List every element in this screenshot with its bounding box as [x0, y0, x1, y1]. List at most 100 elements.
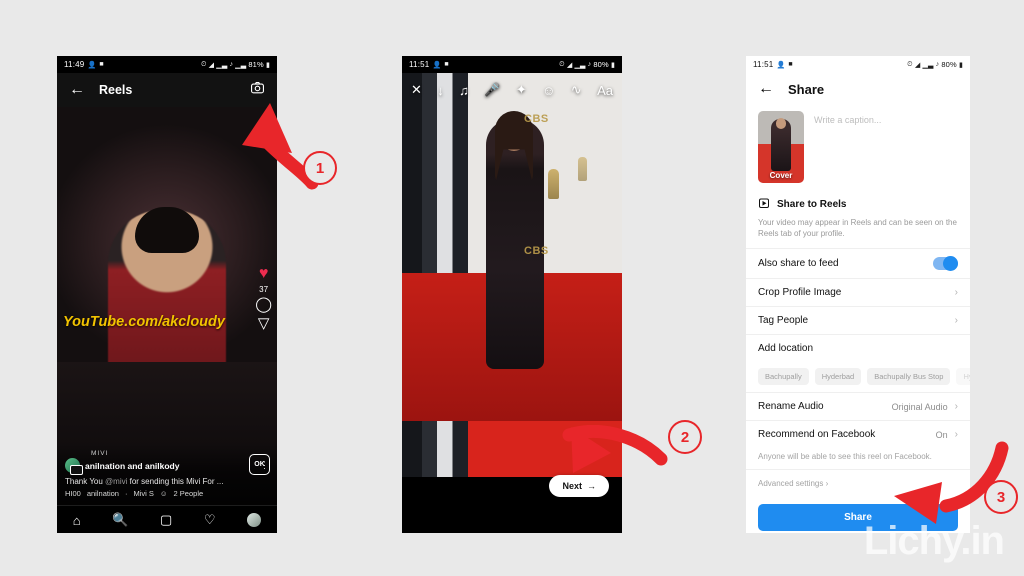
battery-icon: ▮	[265, 61, 270, 69]
cover-label: Cover	[769, 171, 793, 180]
advanced-settings-link[interactable]: Advanced settings ›	[746, 469, 970, 497]
signal2-icon: ▁▃	[235, 61, 247, 69]
share-to-reels-title: Share to Reels	[746, 193, 970, 214]
location-chip[interactable]: Hyderbad	[814, 368, 862, 386]
home-icon[interactable]: ⌂	[73, 513, 81, 528]
row-value: On	[935, 429, 948, 440]
bottom-tab-bar: ⌂ 🔍 ▢ ♡	[57, 505, 277, 533]
location-chip[interactable]: Bachupally	[758, 368, 809, 386]
image-icon: ■	[99, 61, 104, 68]
row-label: Add location	[758, 343, 814, 355]
location-chip[interactable]: Hyd	[956, 368, 970, 386]
row-add-location[interactable]: Add location	[746, 334, 970, 362]
row-rename-audio[interactable]: Rename Audio Original Audio ›	[746, 392, 970, 420]
reel-video[interactable]: YouTube.com/akcloudy ♥ 37 ◯ ▽ MIVI aniln…	[57, 107, 277, 505]
page-title: Share	[788, 81, 825, 97]
chevron-right-icon: ›	[954, 287, 958, 299]
page-title: Reels	[99, 83, 133, 97]
caption-mention[interactable]: @mivi	[105, 477, 127, 486]
person-icon: 👤	[432, 61, 442, 69]
also-share-toggle[interactable]	[933, 256, 958, 272]
row-label: Crop Profile Image	[758, 287, 842, 299]
search-icon[interactable]: 🔍	[112, 512, 128, 528]
sparkle-icon[interactable]: ✦	[516, 82, 527, 98]
reels-header: ← Reels	[57, 73, 277, 107]
alarm-icon: ⏲	[907, 60, 913, 68]
row-label: Rename Audio	[758, 401, 824, 413]
heart-icon[interactable]: ♡	[204, 512, 216, 528]
music-icon[interactable]: ♫	[459, 83, 469, 98]
sticker-icon[interactable]: ☺	[542, 83, 555, 98]
status-right: ⏲ ◢ ▁▃ ♪ 80% ▮	[559, 60, 615, 69]
microphone-icon[interactable]: 🎤	[484, 82, 500, 98]
reel-action-rail: ♥ 37 ◯ ▽	[255, 266, 272, 332]
close-icon[interactable]: ✕	[411, 82, 422, 98]
status-time: 11:51	[753, 60, 774, 69]
share-to-reels-label: Share to Reels	[777, 199, 847, 210]
status-right: ⏲ ◢ ▁▃ ♪ 80% ▮	[907, 60, 963, 69]
audio-separator: ·	[124, 489, 128, 498]
row-crop-profile-image[interactable]: Crop Profile Image ›	[746, 278, 970, 306]
battery-level: 81%	[248, 60, 264, 69]
caption-row: Cover Write a caption...	[746, 105, 970, 193]
share-icon[interactable]: ▽	[258, 316, 270, 332]
camera-icon[interactable]	[250, 80, 265, 100]
phone-screen-editor: 11:51 👤 ■ ⏲ ◢ ▁▃ ♪ 80% ▮ CBS CBS ✕ ↓ ♫ 🎤…	[402, 56, 622, 533]
site-watermark: Lichy.in	[863, 519, 1005, 563]
profile-avatar[interactable]	[247, 513, 262, 527]
next-button-label: Next	[562, 481, 582, 491]
reel-audio-row[interactable]: HI00 anilnation · Mivi S ☺ 2 People	[65, 489, 269, 498]
status-bar: 11:51 👤 ■ ⏲ ◢ ▁▃ ♪ 80% ▮	[746, 56, 970, 73]
row-value-group: Original Audio ›	[892, 401, 958, 412]
back-button[interactable]: ←	[69, 81, 85, 99]
cover-thumbnail[interactable]: Cover	[758, 111, 804, 183]
phone-screen-share: 11:51 👤 ■ ⏲ ◢ ▁▃ ♪ 80% ▮ ← Share Cover W…	[746, 56, 970, 533]
editor-canvas[interactable]: CBS CBS ✕ ↓ ♫ 🎤 ✦ ☺ ∿ Aa Next →	[402, 73, 622, 533]
text-icon[interactable]: Aa	[597, 83, 613, 98]
row-label: Tag People	[758, 315, 809, 327]
editor-toolbar: ✕ ↓ ♫ 🎤 ✦ ☺ ∿ Aa	[402, 73, 622, 107]
reels-icon[interactable]: ▢	[160, 512, 172, 528]
avatar[interactable]	[65, 458, 83, 475]
share-to-reels-description: Your video may appear in Reels and can b…	[758, 218, 957, 239]
photo-subject	[486, 119, 544, 369]
reel-caption: Thank You @mivi for sending this Mivi Fo…	[65, 477, 269, 486]
alarm-icon: ⏲	[559, 60, 565, 68]
mute-icon: ♪	[229, 61, 234, 68]
brand-label: MIVI	[91, 450, 109, 457]
screenshot-canvas: 11:49 👤 ■ ⏲ ◢ ▁▃ ♪ ▁▃ 81% ▮ ← Reels YouT…	[0, 0, 1024, 576]
battery-level: 80%	[941, 60, 957, 69]
row-tag-people[interactable]: Tag People ›	[746, 306, 970, 334]
caption-input[interactable]: Write a caption...	[814, 111, 881, 183]
step-number-3: 3	[984, 480, 1018, 514]
wifi-icon: ◢	[566, 61, 573, 69]
status-left: 11:49 👤 ■	[64, 60, 104, 69]
mute-icon: ♪	[587, 61, 592, 68]
trophy-icon-secondary	[578, 157, 587, 181]
arrow-right-icon: →	[587, 481, 596, 491]
step-number-1: 1	[303, 151, 337, 185]
image-icon: ■	[444, 61, 449, 68]
people-icon: ☺	[159, 489, 168, 498]
location-chip[interactable]: Bachupally Bus Stop	[867, 368, 951, 386]
person-icon: 👤	[87, 61, 97, 69]
row-value: Original Audio	[891, 401, 948, 412]
download-icon[interactable]: ↓	[437, 83, 444, 98]
cbs-logo-top: CBS	[524, 113, 549, 125]
comment-icon[interactable]: ◯	[255, 297, 272, 313]
draw-icon[interactable]: ∿	[571, 82, 582, 98]
like-count: 37	[259, 285, 269, 295]
next-button[interactable]: Next →	[549, 475, 609, 497]
step-number-2: 2	[668, 420, 702, 454]
video-watermark: YouTube.com/akcloudy	[63, 313, 225, 330]
person-icon: 👤	[776, 61, 786, 69]
trophy-icon	[548, 169, 559, 199]
row-also-share-to-feed[interactable]: Also share to feed	[746, 248, 970, 278]
row-recommend-on-facebook[interactable]: Recommend on Facebook On ›	[746, 420, 970, 448]
wifi-icon: ◢	[914, 61, 921, 69]
back-button[interactable]: ←	[758, 80, 774, 98]
status-time: 11:51	[409, 60, 430, 69]
battery-level: 80%	[593, 60, 609, 69]
reel-author-row[interactable]: anilnation and anilkody ⋮	[65, 458, 269, 475]
heart-icon[interactable]: ♥	[259, 266, 269, 282]
